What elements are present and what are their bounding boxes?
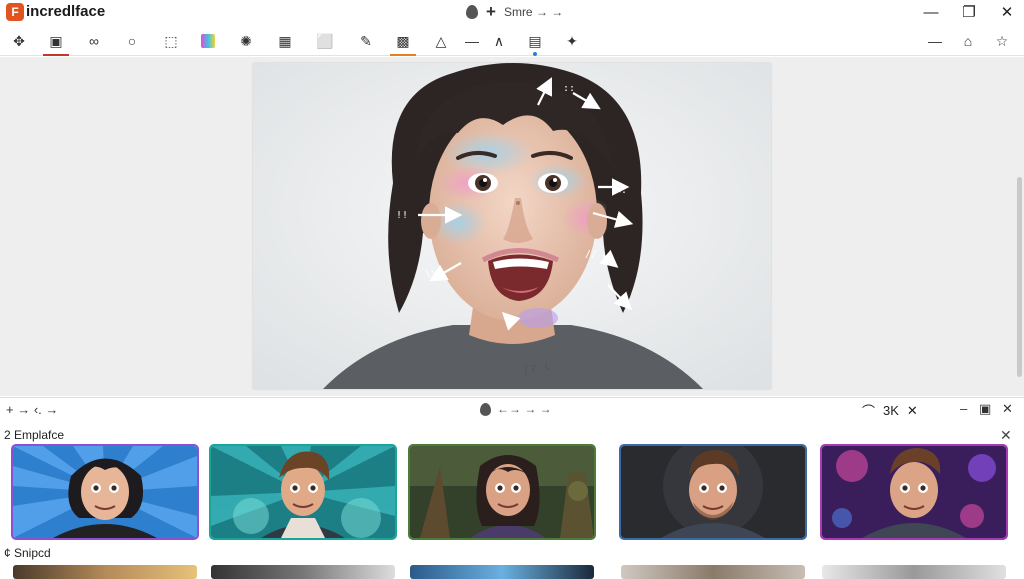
drop-icon[interactable]	[466, 4, 478, 19]
crop-icon[interactable]: ⬚	[160, 30, 182, 52]
sparkle-icon[interactable]: ✺	[235, 30, 257, 52]
snipped-section-title: ¢ Snipcd	[4, 546, 51, 560]
home-icon[interactable]: ⌂	[957, 30, 979, 52]
brush-icon[interactable]: ✎	[355, 30, 377, 52]
svg-text:!!: !!	[396, 210, 408, 221]
snipped-thumbnail[interactable]	[211, 565, 395, 579]
minus-icon[interactable]: —	[461, 30, 483, 52]
collapse-icon[interactable]: —	[924, 30, 946, 52]
portrait-photo[interactable]: :: !! <: // \\ [? └	[253, 63, 771, 389]
minimize-button[interactable]: —	[914, 0, 948, 24]
face-frame-icon[interactable]: ▣	[43, 30, 69, 56]
lasso-icon[interactable]: ○	[121, 30, 143, 52]
close-button[interactable]: ✕	[990, 0, 1024, 24]
svg-text:\\: \\	[425, 269, 437, 280]
editor-canvas[interactable]: :: !! <: // \\ [? └	[0, 57, 1024, 396]
thumbnail-man-dark[interactable]	[619, 444, 807, 540]
calendar-icon[interactable]: ▤	[524, 30, 546, 56]
svg-text:::: ::	[563, 83, 575, 94]
snipped-thumbnail[interactable]	[822, 565, 1006, 579]
star-icon[interactable]: ☆	[991, 30, 1013, 52]
svg-text://: //	[585, 249, 597, 260]
drop-icon[interactable]	[480, 402, 491, 416]
color-swatch-icon[interactable]	[197, 30, 219, 52]
app-title: incredlface	[26, 3, 106, 20]
puzzle-icon[interactable]: ✥	[8, 30, 30, 52]
snipped-thumbnail[interactable]	[621, 565, 805, 579]
panel-left-controls[interactable]: + → ‹. →	[6, 402, 58, 417]
link-icon[interactable]: ∞	[83, 30, 105, 52]
snipped-thumbnail[interactable]	[13, 565, 197, 579]
templates-section-title: 2 Emplafce	[4, 428, 65, 442]
caret-up-icon[interactable]: ∧	[488, 30, 510, 52]
layers-icon[interactable]: ▩	[390, 30, 416, 56]
title-center-label: Smre → →	[503, 4, 564, 19]
main-toolbar: ✥ ▣ ∞ ○ ⬚ ✺ ▦ ⬜ ✎ ▩ △ — ∧ ▤ ✦ — ⌂ ☆	[0, 26, 1024, 56]
photo-anchor-label: [? └	[523, 363, 550, 376]
panel-clear-button[interactable]: ✕	[907, 403, 918, 419]
canvas-scrollbar[interactable]	[1017, 177, 1022, 377]
wifi-icon[interactable]: ⌒	[862, 401, 875, 420]
portrait-illustration: :: !! <: // \\	[253, 63, 771, 389]
panel-toolbar: + → ‹. → ←→ → → ⌒ 3K ✕ – ▣ ✕	[0, 397, 1024, 421]
title-center-controls: + Smre → →	[466, 3, 563, 20]
templates-close-button[interactable]: ✕	[1000, 427, 1012, 444]
plugin-icon[interactable]: ✦	[561, 30, 583, 52]
grid-edit-icon[interactable]: ▦	[274, 30, 296, 52]
thumbnail-man-galaxy[interactable]	[820, 444, 1008, 540]
panel-center-controls: ←→ → →	[480, 402, 552, 416]
add-icon[interactable]: +	[486, 3, 496, 20]
thumbnail-teen-boy-blue-rays[interactable]	[11, 444, 199, 540]
restore-button[interactable]: ❐	[952, 0, 986, 24]
app-logo: F	[6, 3, 24, 21]
snipped-thumbnail[interactable]	[410, 565, 594, 579]
panel-right-controls: ⌒ 3K ✕	[862, 401, 918, 420]
select-icon[interactable]: ⬜	[314, 30, 336, 52]
panel-maximize-button[interactable]: ▣	[979, 401, 991, 417]
thumbnail-boy-teal-burst[interactable]	[209, 444, 397, 540]
count-label: 3K	[883, 403, 899, 418]
pen-icon[interactable]: △	[430, 30, 452, 52]
panel-center-label: ←→ → →	[497, 402, 552, 416]
panel-close-button[interactable]: ✕	[1002, 401, 1013, 417]
svg-text:<:: <:	[615, 185, 627, 196]
thumbnail-girl-forest[interactable]	[408, 444, 596, 540]
panel-minimize-button[interactable]: –	[960, 401, 967, 416]
title-bar: F incredlface + Smre → → — ❐ ✕	[0, 0, 1024, 24]
